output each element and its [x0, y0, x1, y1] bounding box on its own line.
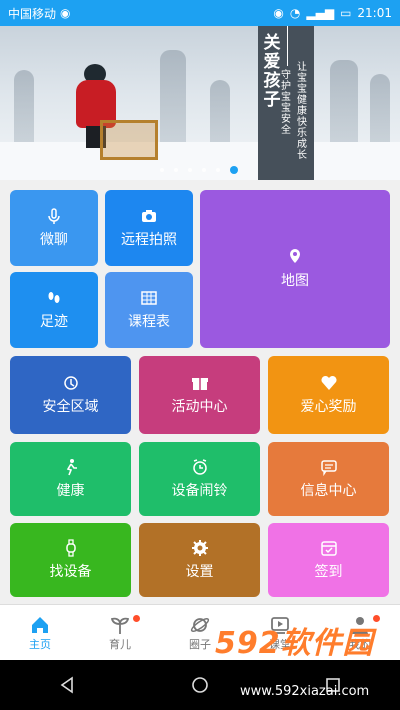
nav-item-home[interactable]: 主页 [0, 605, 80, 660]
tile-label: 课程表 [128, 314, 170, 330]
carousel-dot[interactable] [230, 166, 238, 174]
battery-icon: ▭ [340, 6, 352, 20]
status-bar: 中国移动 ◉ ◉ ◔ ▂▄▆ ▭ 21:01 [0, 0, 400, 26]
watermark-logo: 592软件园 [215, 626, 374, 661]
calendar-check-icon [320, 541, 337, 556]
nav-label: 主页 [29, 637, 51, 651]
carousel-dot[interactable] [202, 168, 206, 172]
tile-label: 设备闹铃 [171, 483, 228, 499]
signal-icon: ▂▄▆ [306, 6, 335, 20]
safety-icon [63, 376, 78, 390]
tile-microphone[interactable]: 微聊 [10, 190, 98, 266]
carousel-dot[interactable] [188, 168, 192, 172]
tile-label: 设置 [185, 564, 214, 580]
tile-camera[interactable]: 远程拍照 [105, 190, 193, 266]
carousel-dot[interactable] [174, 168, 178, 172]
notification-icon: ◉ [60, 6, 71, 20]
microphone-icon [48, 208, 60, 224]
tile-heart[interactable]: 爱心奖励 [268, 356, 389, 434]
tile-label: 地图 [281, 273, 309, 289]
tile-label: 健康 [56, 483, 85, 499]
nav-label: 圈子 [189, 637, 211, 651]
tile-footprints[interactable]: 足迹 [10, 272, 98, 348]
tile-table[interactable]: 课程表 [105, 272, 193, 348]
tile-label: 微聊 [40, 232, 68, 248]
gift-icon [191, 378, 208, 390]
tile-label: 活动中心 [171, 399, 228, 415]
sled-illustration [100, 120, 158, 160]
tile-label: 足迹 [40, 314, 68, 330]
carrier-label: 中国移动 [8, 6, 57, 21]
tile-label: 签到 [314, 564, 343, 580]
tile-label: 信息中心 [300, 483, 357, 499]
notification-badge [373, 615, 380, 622]
notification-badge [133, 615, 140, 622]
tile-runner[interactable]: 健康 [10, 442, 131, 516]
home-circle-icon[interactable] [191, 676, 209, 694]
planet-icon [190, 617, 210, 632]
banner-title: 关爱孩子 [263, 33, 281, 110]
nav-label: 育儿 [109, 637, 131, 651]
table-icon [141, 291, 157, 305]
message-icon [320, 460, 337, 476]
home-icon [32, 616, 48, 633]
banner-subtitle-2: 让宝宝健康快乐成长 [297, 62, 307, 161]
carousel-dots[interactable] [160, 166, 238, 174]
time-label: 21:01 [357, 6, 392, 20]
tile-label: 安全区域 [42, 399, 99, 415]
footprints-icon [48, 292, 60, 303]
watermark-url: www.592xiazai.com [240, 684, 370, 699]
alarm-clock-icon [192, 459, 207, 475]
tile-label: 找设备 [49, 564, 92, 580]
banner-carousel[interactable]: 关爱孩子 守护宝宝安全 让宝宝健康快乐成长 [0, 26, 400, 180]
tile-watch[interactable]: 找设备 [10, 523, 131, 597]
tile-alarm-clock[interactable]: 设备闹铃 [139, 442, 260, 516]
tile-label: 爱心奖励 [300, 399, 357, 415]
tile-gear[interactable]: 设置 [139, 523, 260, 597]
sprout-icon [110, 617, 130, 634]
tile-calendar-check[interactable]: 签到 [268, 523, 389, 597]
tile-message[interactable]: 信息中心 [268, 442, 389, 516]
camera-icon [142, 210, 156, 222]
runner-icon [66, 459, 77, 476]
carousel-dot[interactable] [216, 168, 220, 172]
carousel-dot[interactable] [160, 168, 164, 172]
eye-icon: ◉ [273, 6, 284, 20]
tile-gift[interactable]: 活动中心 [139, 356, 260, 434]
banner-subtitle-1: 守护宝宝安全 [281, 70, 291, 136]
tile-label: 远程拍照 [121, 232, 177, 248]
heart-icon [320, 375, 337, 390]
watch-icon [65, 539, 76, 557]
wifi-icon: ◔ [289, 6, 301, 20]
tile-safety[interactable]: 安全区域 [10, 356, 131, 434]
tile-map-pin[interactable]: 地图 [200, 190, 390, 348]
back-icon[interactable] [58, 676, 76, 694]
gear-icon [191, 540, 208, 556]
map-pin-icon [290, 249, 300, 263]
nav-item-sprout[interactable]: 育儿 [80, 605, 160, 660]
